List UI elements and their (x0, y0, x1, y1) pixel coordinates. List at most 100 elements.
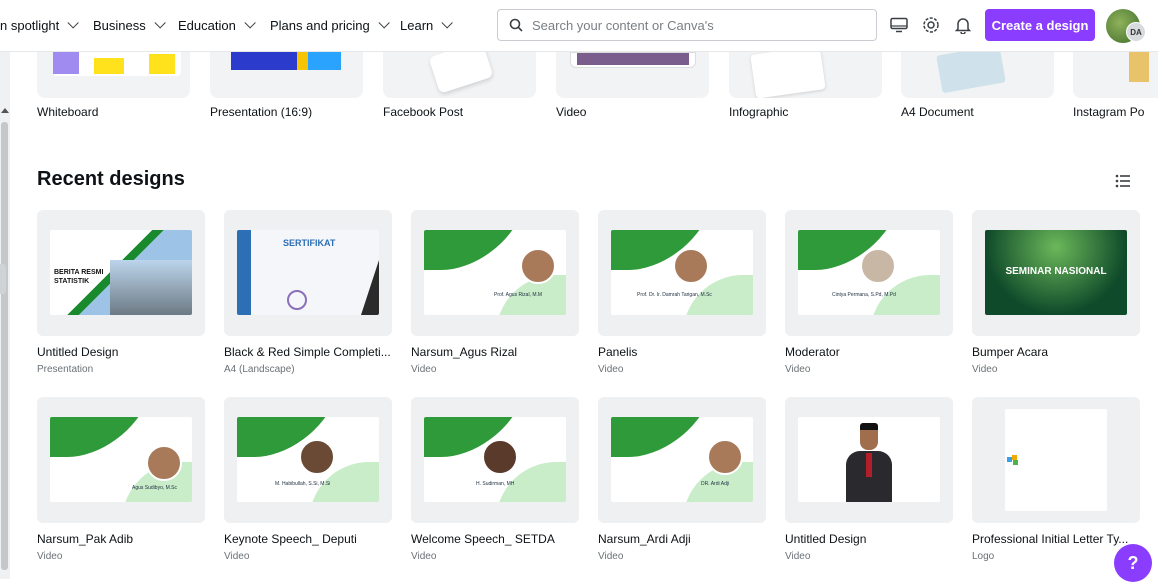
thumbnail (798, 417, 940, 502)
desktop-app-icon[interactable] (886, 12, 912, 38)
template-video[interactable] (556, 52, 709, 98)
speaker-photo (707, 439, 743, 475)
chevron-down-icon (67, 17, 80, 29)
card-type: Video (785, 551, 811, 562)
thumbnail: SEMINAR NASIONAL (985, 230, 1127, 315)
nav-plans-pricing[interactable]: Plans and pricing (270, 0, 390, 50)
template-label[interactable]: Presentation (16:9) (210, 105, 312, 119)
search-icon (509, 18, 523, 32)
nav-learn[interactable]: Learn (400, 0, 454, 50)
logo-icon (1007, 455, 1021, 465)
shape (611, 417, 714, 457)
design-card[interactable]: BERITA RESMI STATISTIK (37, 210, 205, 336)
sidebar-handle[interactable] (0, 264, 6, 294)
stamp-icon (287, 290, 307, 310)
nav-label: Education (178, 17, 236, 33)
help-button[interactable]: ? (1114, 544, 1152, 582)
design-card[interactable]: Prof. Dr. Ir. Damrah Tarigan, M.Sc (598, 210, 766, 336)
template-label[interactable]: A4 Document (901, 105, 974, 119)
template-instagram[interactable] (1073, 52, 1158, 98)
design-card[interactable]: M. Habibullah, S.Si, M.Si (224, 397, 392, 523)
design-card[interactable]: Cintya Permana, S.Pd, M.Pd (785, 210, 953, 336)
shape (424, 230, 527, 270)
card-type: Video (785, 364, 811, 375)
thumbnail: Agus Sudibyo, M.Sc (50, 417, 192, 502)
section-title: Recent designs (37, 168, 185, 190)
thumbnail: DR. Ardi Adji (611, 417, 753, 502)
design-card[interactable] (785, 397, 953, 523)
scroll-up-icon[interactable] (1, 108, 9, 113)
bell-icon[interactable] (950, 12, 976, 38)
card-title[interactable]: Black & Red Simple Completi... (224, 345, 392, 359)
card-title[interactable]: Narsum_Pak Adib (37, 532, 205, 546)
speaker-photo (673, 248, 709, 284)
shape (237, 230, 251, 315)
design-card[interactable] (972, 397, 1140, 523)
design-card[interactable]: DR. Ardi Adji (598, 397, 766, 523)
thumbnail-text: Prof. Dr. Ir. Damrah Tarigan, M.Sc (637, 292, 712, 298)
chevron-down-icon (154, 17, 166, 29)
design-card[interactable]: SERTIFIKAT (224, 210, 392, 336)
template-label[interactable]: Instagram Po (1073, 105, 1158, 119)
nav-label: Learn (400, 17, 434, 33)
template-a4-document[interactable] (901, 52, 1054, 98)
card-type: Logo (972, 551, 995, 562)
speaker-photo (482, 439, 518, 475)
card-title[interactable]: Moderator (785, 345, 953, 359)
card-type: Video (598, 551, 624, 562)
template-label[interactable]: Video (556, 105, 586, 119)
card-title[interactable]: Keynote Speech_ Deputi (224, 532, 392, 546)
template-whiteboard[interactable] (37, 52, 190, 98)
thumbnail (1129, 52, 1149, 82)
speaker-photo (520, 248, 556, 284)
template-infographic[interactable] (729, 52, 882, 98)
thumbnail: Cintya Permana, S.Pd, M.Pd (798, 230, 940, 315)
nav-business[interactable]: Business (93, 0, 166, 50)
thumbnail-text: M. Habibullah, S.Si, M.Si (275, 481, 331, 487)
scrollbar[interactable] (0, 52, 10, 579)
search-input[interactable]: Search your content or Canva's (497, 9, 877, 41)
person-photo (846, 423, 892, 502)
speaker-photo (860, 248, 896, 284)
nav-label: Plans and pricing (270, 17, 370, 33)
avatar-initials: DA (1126, 22, 1146, 42)
thumbnail-text: H. Sudirman, MH (476, 481, 515, 487)
card-title[interactable]: Narsum_Agus Rizal (411, 345, 579, 359)
gear-icon[interactable] (918, 12, 944, 38)
card-title[interactable]: Untitled Design (785, 532, 953, 546)
chevron-down-icon (244, 17, 256, 29)
thumbnail-text: Prof. Agus Rizal, M.M (494, 292, 543, 298)
template-label[interactable]: Whiteboard (37, 105, 98, 119)
template-presentation[interactable] (210, 52, 363, 98)
nav-education[interactable]: Education (178, 0, 256, 50)
template-facebook-post[interactable] (383, 52, 536, 98)
card-title[interactable]: Bumper Acara (972, 345, 1140, 359)
card-type: A4 (Landscape) (224, 364, 295, 375)
card-title[interactable]: Untitled Design (37, 345, 205, 359)
card-type: Video (972, 364, 998, 375)
scrollbar-thumb[interactable] (1, 122, 8, 570)
card-type: Video (411, 364, 437, 375)
thumbnail (936, 52, 1006, 94)
design-card[interactable]: SEMINAR NASIONAL (972, 210, 1140, 336)
shape (361, 260, 379, 315)
card-type: Video (37, 551, 63, 562)
design-card[interactable]: Agus Sudibyo, M.Sc (37, 397, 205, 523)
photo (110, 260, 192, 315)
nav-spotlight[interactable]: n spotlight (0, 0, 80, 50)
thumbnail-text: SEMINAR NASIONAL (1005, 266, 1107, 277)
card-title[interactable]: Panelis (598, 345, 766, 359)
design-card[interactable]: Prof. Agus Rizal, M.M (411, 210, 579, 336)
template-label[interactable]: Infographic (729, 105, 788, 119)
top-navigation: n spotlight Business Education Plans and… (0, 0, 1158, 52)
template-label[interactable]: Facebook Post (383, 105, 463, 119)
create-design-button[interactable]: Create a design (985, 9, 1095, 41)
thumbnail-text: Agus Sudibyo, M.Sc (132, 485, 178, 491)
thumbnail: Prof. Dr. Ir. Damrah Tarigan, M.Sc (611, 230, 753, 315)
card-title[interactable]: Narsum_Ardi Adji (598, 532, 766, 546)
card-title[interactable]: Welcome Speech_ SETDA (411, 532, 579, 546)
card-title[interactable]: Professional Initial Letter Ty... (972, 532, 1132, 546)
design-card[interactable]: H. Sudirman, MH (411, 397, 579, 523)
list-view-icon[interactable] (1115, 173, 1131, 189)
thumbnail: Prof. Agus Rizal, M.M (424, 230, 566, 315)
